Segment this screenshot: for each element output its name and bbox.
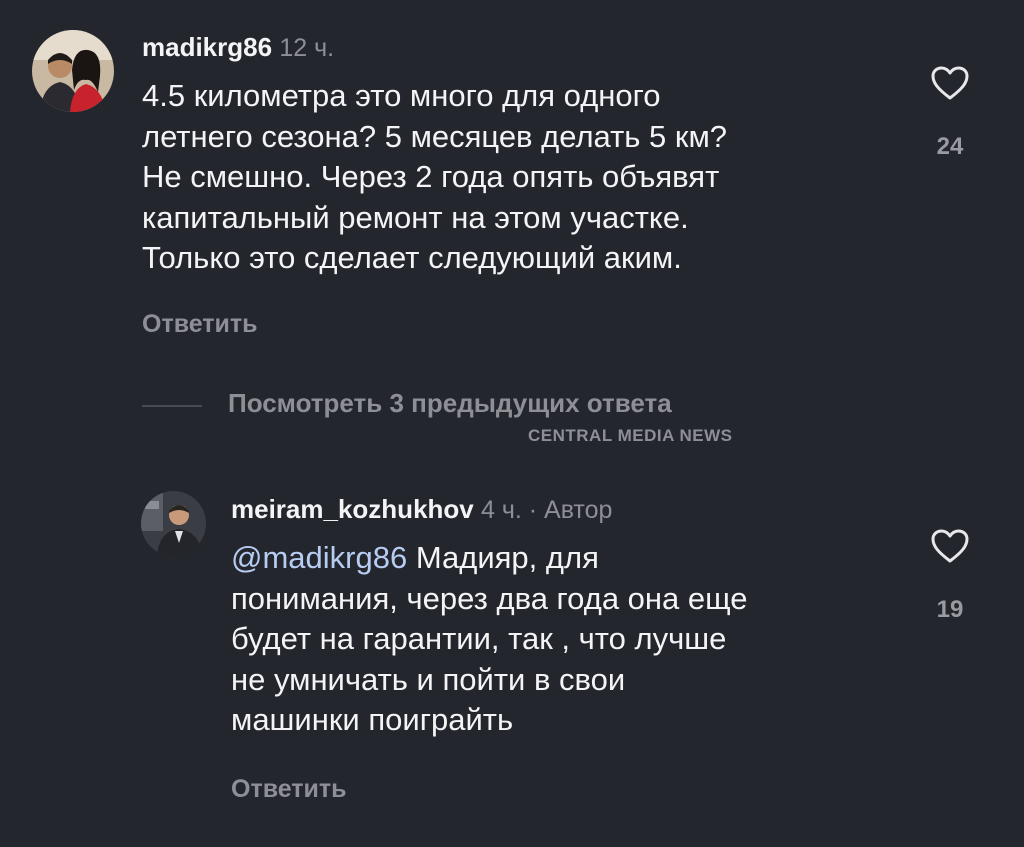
view-previous-replies-button[interactable]: Посмотреть 3 предыдущих ответа [228,388,672,419]
heart-outline-icon[interactable] [930,528,970,564]
heart-outline-icon[interactable] [930,65,970,101]
comment-time: 4 ч. · Автор [480,496,613,524]
comment-text: 4.5 километра это много для одного летне… [142,78,728,275]
avatar-madikrg86[interactable] [32,30,114,112]
avatar-photo [141,491,206,556]
reply-button[interactable]: Ответить [142,310,258,339]
username-text[interactable]: meiram_kozhukhov [231,494,474,524]
mention-link[interactable]: @madikrg86 [231,540,407,575]
like-count: 19 [936,596,964,623]
avatar-photo [32,30,114,112]
reply-button[interactable]: Ответить [231,775,347,804]
comments-screen: madikrg86 12 ч. 4.5 километра это много … [0,0,1024,847]
watermark: CENTRAL MEDIA NEWS [528,426,733,445]
comment-time: 12 ч. [279,34,335,62]
username-text[interactable]: madikrg86 [142,32,272,62]
comment-text: @madikrg86 Мадияр, для понимания, через … [231,538,911,741]
comment-username[interactable]: meiram_kozhukhov 4 ч. · Автор [231,494,612,525]
thread-divider [142,405,202,407]
comment-username[interactable]: madikrg86 12 ч. [142,32,334,63]
comment-text-rest: понимания, через два года она еще будет … [231,580,748,738]
like-count: 24 [936,133,964,160]
comment-text-first-line: Мадияр, для [407,540,599,575]
avatar-meiram-kozhukhov[interactable] [141,491,206,556]
